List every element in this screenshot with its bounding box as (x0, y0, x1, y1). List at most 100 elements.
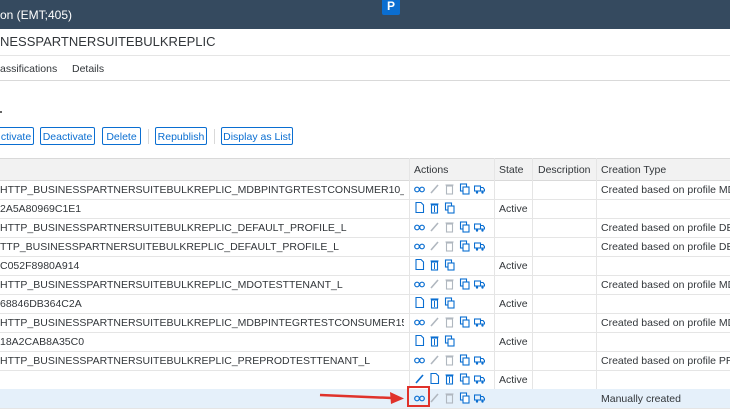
delete-icon[interactable] (444, 372, 455, 385)
column-header-state: State (499, 164, 524, 176)
edit-icon[interactable] (429, 182, 440, 195)
row-name[interactable]: HTTP_BUSINESSPARTNERSUITEBULKREPLIC_PREP… (0, 355, 404, 367)
transport-icon[interactable] (474, 239, 485, 252)
delete-icon[interactable] (429, 258, 440, 271)
edit-icon[interactable] (429, 391, 440, 404)
row-name[interactable]: 68846DB364C2A (0, 298, 404, 310)
edit-icon[interactable] (429, 315, 440, 328)
table-toolbar: ctivate Deactivate Delete Republish Disp… (0, 127, 730, 147)
pointer-arrow (319, 392, 404, 404)
activate-button[interactable]: ctivate (0, 127, 34, 145)
copy-icon[interactable] (444, 258, 455, 271)
row-name[interactable]: 18A2CAB8A35C0 (0, 336, 404, 348)
table-row[interactable]: 68846DB364C2A Active (0, 294, 730, 314)
copy-icon[interactable] (459, 353, 470, 366)
transport-icon[interactable] (474, 391, 485, 404)
row-state: Active (499, 203, 528, 215)
row-name[interactable]: HTTP_BUSINESSPARTNERSUITEBULKREPLIC_MDOT… (0, 279, 404, 291)
row-name[interactable]: TTP_BUSINESSPARTNERSUITEBULKREPLIC_DEFAU… (0, 241, 404, 253)
transport-icon[interactable] (474, 220, 485, 233)
row-name[interactable]: 2A5A80969C1E1 (0, 203, 404, 215)
display-icon[interactable] (414, 315, 425, 328)
row-creation-type: Created based on profile MDO (601, 279, 730, 291)
document-icon[interactable] (429, 372, 440, 385)
transport-icon[interactable] (474, 353, 485, 366)
delete-icon[interactable] (444, 353, 455, 366)
table-header-row: Actions State Description Creation Type (0, 158, 730, 181)
copy-icon[interactable] (444, 296, 455, 309)
copy-icon[interactable] (459, 182, 470, 195)
main-content: ctivate Deactivate Delete Republish Disp… (0, 81, 730, 410)
row-name[interactable]: HTTP_BUSINESSPARTNERSUITEBULKREPLIC_MDBP… (0, 184, 404, 196)
document-icon[interactable] (414, 334, 425, 347)
table-row[interactable]: 2A5A80969C1E1 Active (0, 199, 730, 219)
edit-icon[interactable] (429, 220, 440, 233)
delete-icon[interactable] (444, 277, 455, 290)
row-creation-type: Created based on profile PRE (601, 355, 730, 367)
tab-classifications[interactable]: assifications (0, 63, 57, 75)
highlight-box (407, 386, 430, 407)
delete-icon[interactable] (444, 315, 455, 328)
table-row[interactable]: 18A2CAB8A35C0 Active (0, 332, 730, 352)
row-name[interactable]: HTTP_BUSINESSPARTNERSUITEBULKREPLIC_MDBP… (0, 317, 404, 329)
edit-icon[interactable] (429, 353, 440, 366)
transport-icon[interactable] (474, 182, 485, 195)
column-header-creation-type: Creation Type (601, 164, 667, 176)
document-icon[interactable] (414, 201, 425, 214)
transport-icon[interactable] (474, 277, 485, 290)
delete-icon[interactable] (444, 239, 455, 252)
document-icon[interactable] (414, 258, 425, 271)
transport-icon[interactable] (474, 372, 485, 385)
copy-icon[interactable] (459, 220, 470, 233)
row-name[interactable]: C052F8980A914 (0, 260, 404, 272)
row-name[interactable]: HTTP_BUSINESSPARTNERSUITEBULKREPLIC_DEFA… (0, 222, 404, 234)
delete-icon[interactable] (444, 391, 455, 404)
table-row[interactable]: Active (0, 370, 730, 390)
tab-details[interactable]: Details (72, 63, 104, 75)
object-header: NESSPARTNERSUITEBULKREPLIC (0, 29, 730, 56)
section-marker (0, 111, 2, 113)
edit-icon[interactable] (429, 239, 440, 252)
delete-icon[interactable] (444, 220, 455, 233)
edit-icon[interactable] (414, 372, 425, 385)
delete-icon[interactable] (429, 334, 440, 347)
document-icon[interactable] (414, 296, 425, 309)
table-row[interactable]: HTTP_BUSINESSPARTNERSUITEBULKREPLIC_MDBP… (0, 180, 730, 200)
display-icon[interactable] (414, 239, 425, 252)
display-as-list-button[interactable]: Display as List (221, 127, 293, 145)
toolbar-separator (148, 129, 149, 144)
deactivate-button[interactable]: Deactivate (40, 127, 95, 145)
delete-button[interactable]: Delete (102, 127, 141, 145)
row-state: Active (499, 298, 528, 310)
row-state: Active (499, 336, 528, 348)
delete-icon[interactable] (429, 296, 440, 309)
copy-icon[interactable] (459, 239, 470, 252)
display-icon[interactable] (414, 220, 425, 233)
row-creation-type: Created based on profile MDB (601, 317, 730, 329)
copy-icon[interactable] (459, 372, 470, 385)
display-icon[interactable] (414, 182, 425, 195)
transport-icon[interactable] (474, 315, 485, 328)
copy-icon[interactable] (459, 315, 470, 328)
column-header-description: Description (538, 164, 591, 176)
table-row[interactable]: TTP_BUSINESSPARTNERSUITEBULKREPLIC_DEFAU… (0, 237, 730, 257)
table-row[interactable]: HTTP_BUSINESSPARTNERSUITEBULKREPLIC_PREP… (0, 351, 730, 371)
delete-icon[interactable] (444, 182, 455, 195)
copy-icon[interactable] (459, 277, 470, 290)
app-logo-icon[interactable]: P (382, 0, 400, 15)
tab-bar: assifications Details (0, 56, 730, 81)
table-row[interactable]: C052F8980A914 Active (0, 256, 730, 276)
table-row[interactable]: HTTP_BUSINESSPARTNERSUITEBULKREPLIC_MDBP… (0, 313, 730, 333)
display-icon[interactable] (414, 353, 425, 366)
delete-icon[interactable] (429, 201, 440, 214)
display-icon[interactable] (414, 277, 425, 290)
copy-icon[interactable] (459, 391, 470, 404)
copy-icon[interactable] (444, 334, 455, 347)
shell-bar: on (EMT;405) P (0, 0, 730, 29)
table-row[interactable]: HTTP_BUSINESSPARTNERSUITEBULKREPLIC_MDOT… (0, 275, 730, 295)
edit-icon[interactable] (429, 277, 440, 290)
copy-icon[interactable] (444, 201, 455, 214)
table-row[interactable]: HTTP_BUSINESSPARTNERSUITEBULKREPLIC_DEFA… (0, 218, 730, 238)
republish-button[interactable]: Republish (155, 127, 207, 145)
row-creation-type: Created based on profile MDB (601, 184, 730, 196)
